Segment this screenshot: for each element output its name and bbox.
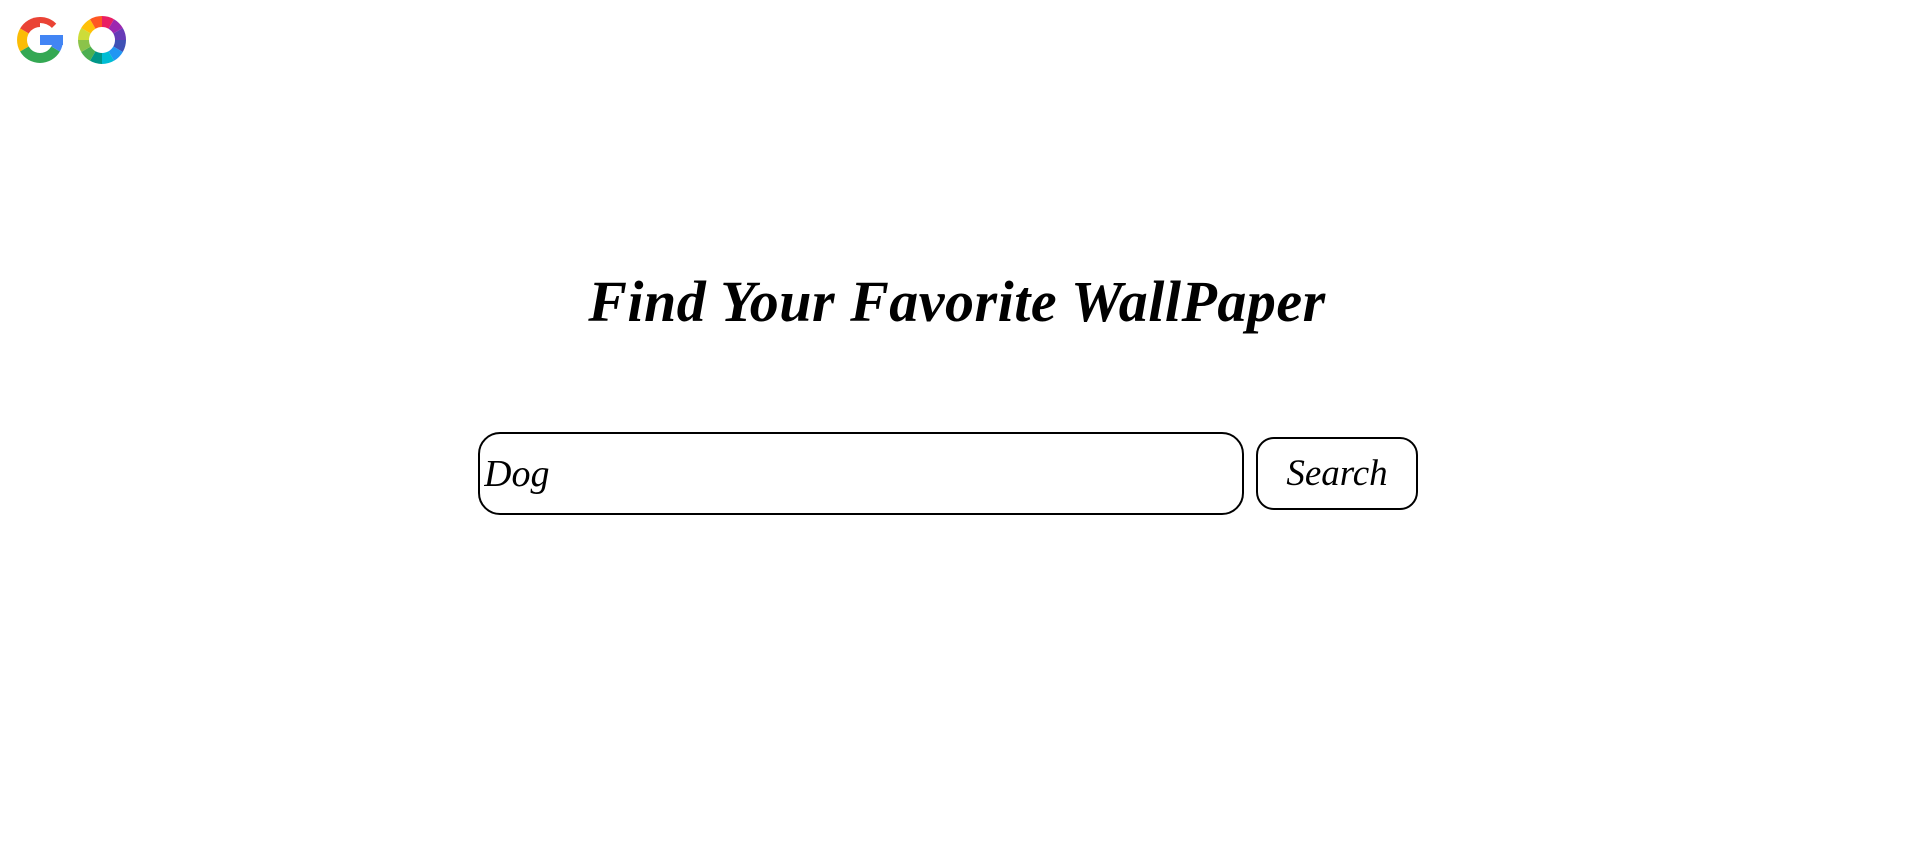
search-input[interactable] <box>478 432 1244 515</box>
site-logo[interactable] <box>10 10 132 75</box>
page: Find Your Favorite WallPaper Search <box>0 0 1914 848</box>
color-wheel-icon <box>72 10 132 75</box>
page-title: Find Your Favorite WallPaper <box>588 269 1326 334</box>
search-form: Search <box>478 432 1418 515</box>
search-button[interactable]: Search <box>1256 437 1418 510</box>
google-g-icon <box>10 10 70 75</box>
